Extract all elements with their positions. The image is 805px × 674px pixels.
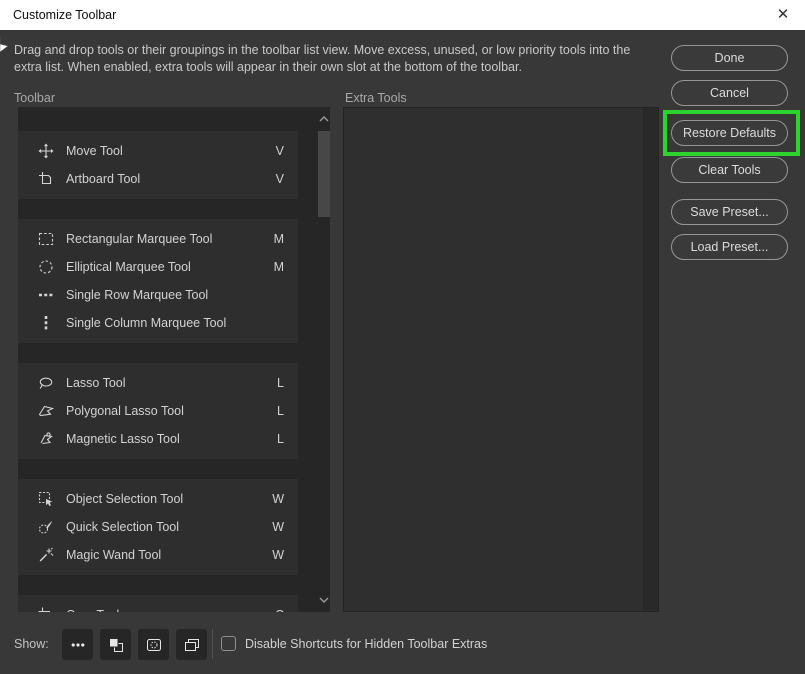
customize-toolbar-dialog: Customize Toolbar ✕ Drag and drop tools … (0, 0, 805, 674)
toolbar-section-label: Toolbar (14, 91, 55, 105)
tool-shortcut: M (274, 260, 284, 274)
tool-shortcut: L (277, 404, 284, 418)
load-preset-button[interactable]: Load Preset... (671, 234, 788, 260)
show-label: Show: (14, 637, 49, 651)
tool-name: Single Column Marquee Tool (66, 316, 226, 330)
tool-group[interactable]: Move Tool V Artboard Tool V (18, 131, 298, 199)
lasso-tool-icon (38, 375, 54, 391)
tool-shortcut: V (276, 144, 284, 158)
tool-shortcut: C (275, 608, 284, 612)
cancel-button[interactable]: Cancel (671, 80, 788, 106)
crop-tool-icon (38, 607, 54, 612)
scroll-down-arrow[interactable] (317, 593, 330, 607)
tool-row[interactable]: Polygonal Lasso Tool L (18, 397, 298, 425)
tool-row[interactable]: Crop Tool C (18, 601, 298, 612)
tool-group[interactable]: Crop Tool C (18, 595, 298, 612)
toolbar-list[interactable]: Move Tool V Artboard Tool V Rectangular Marq… (18, 107, 330, 612)
dialog-title: Customize Toolbar (13, 0, 116, 30)
show-screen-mode-toggle[interactable] (176, 629, 207, 660)
tool-group[interactable]: Rectangular Marquee ToolMElliptical Marq… (18, 219, 298, 343)
ellipsis-icon (70, 637, 86, 653)
tool-shortcut: M (274, 232, 284, 246)
artboard-tool-icon (38, 171, 54, 187)
single-row-marquee-icon (38, 287, 54, 303)
object-selection-icon (38, 491, 54, 507)
tool-group[interactable]: Object Selection ToolWQuick Selection To… (18, 479, 298, 575)
extra-tools-list[interactable] (343, 107, 659, 612)
elliptical-marquee-icon (38, 259, 54, 275)
move-tool-icon (38, 143, 54, 159)
tool-row[interactable]: Quick Selection Tool W (18, 513, 298, 541)
tool-name: Magic Wand Tool (66, 548, 161, 562)
tool-row[interactable]: Object Selection Tool W (18, 485, 298, 513)
show-color-swatches-toggle[interactable] (100, 629, 131, 660)
magic-wand-icon (38, 547, 54, 563)
close-icon[interactable]: ✕ (771, 0, 795, 30)
show-ellipsis-toggle[interactable] (62, 629, 93, 660)
tool-row[interactable]: Magic Wand Tool W (18, 541, 298, 569)
quick-selection-icon (38, 519, 54, 535)
tool-row[interactable]: Single Column Marquee Tool (18, 309, 298, 337)
scroll-up-arrow[interactable] (317, 112, 330, 126)
tool-shortcut: W (272, 492, 284, 506)
polygonal-lasso-icon (38, 403, 54, 419)
rectangular-marquee-icon (38, 231, 54, 247)
restore-defaults-button[interactable]: Restore Defaults (671, 120, 788, 146)
tool-row[interactable]: Artboard Tool V (18, 165, 298, 193)
clear-tools-button[interactable]: Clear Tools (671, 157, 788, 183)
tool-name: Single Row Marquee Tool (66, 288, 208, 302)
dialog-description: Drag and drop tools or their groupings i… (14, 42, 659, 76)
tool-shortcut: L (277, 376, 284, 390)
single-column-marquee-icon (38, 315, 54, 331)
extra-tools-section-label: Extra Tools (345, 91, 407, 105)
done-button[interactable]: Done (671, 45, 788, 71)
tool-name: Move Tool (66, 144, 123, 158)
show-quickmask-toggle[interactable] (138, 629, 169, 660)
tool-name: Magnetic Lasso Tool (66, 432, 180, 446)
save-preset-button[interactable]: Save Preset... (671, 199, 788, 225)
tool-name: Object Selection Tool (66, 492, 183, 506)
tool-name: Crop Tool (66, 608, 119, 612)
tool-row[interactable]: Lasso Tool L (18, 369, 298, 397)
tool-row[interactable]: Single Row Marquee Tool (18, 281, 298, 309)
tool-row[interactable]: Elliptical Marquee Tool M (18, 253, 298, 281)
tool-shortcut: L (277, 432, 284, 446)
disable-shortcuts-checkbox[interactable] (221, 636, 236, 651)
bottom-divider (212, 629, 213, 659)
quickmask-icon (146, 637, 162, 653)
tool-name: Elliptical Marquee Tool (66, 260, 191, 274)
dialog-titlebar: Customize Toolbar ✕ (0, 0, 805, 30)
tool-shortcut: V (276, 172, 284, 186)
tool-shortcut: W (272, 548, 284, 562)
mouse-cursor (0, 36, 9, 53)
tool-row[interactable]: Move Tool V (18, 137, 298, 165)
tool-name: Lasso Tool (66, 376, 126, 390)
tool-row[interactable]: Rectangular Marquee Tool M (18, 225, 298, 253)
tool-shortcut: W (272, 520, 284, 534)
tool-row[interactable]: Magnetic Lasso Tool L (18, 425, 298, 453)
extra-tools-scroll-track (643, 108, 658, 611)
scrollbar-thumb[interactable] (318, 131, 330, 217)
magnetic-lasso-icon (38, 431, 54, 447)
tool-name: Polygonal Lasso Tool (66, 404, 184, 418)
tool-name: Rectangular Marquee Tool (66, 232, 212, 246)
color-swatches-icon (108, 637, 124, 653)
tool-name: Quick Selection Tool (66, 520, 179, 534)
screen-mode-icon (184, 637, 200, 653)
tool-group[interactable]: Lasso ToolLPolygonal Lasso ToolLMagnetic… (18, 363, 298, 459)
tool-name: Artboard Tool (66, 172, 140, 186)
disable-shortcuts-label: Disable Shortcuts for Hidden Toolbar Ext… (245, 637, 487, 651)
